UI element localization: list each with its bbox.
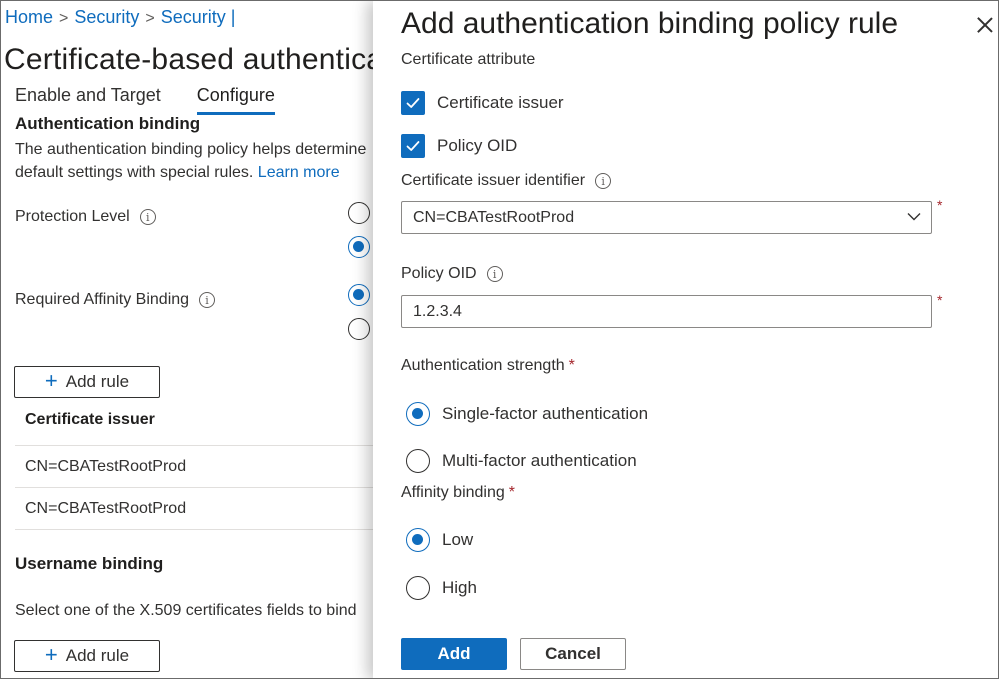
protection-level-radio-multi[interactable] [348,236,370,258]
info-icon[interactable]: i [139,209,156,225]
protection-level-radio-single[interactable] [348,202,370,224]
radio-unselected-icon[interactable] [406,576,430,600]
breadcrumb-separator: > [145,10,155,27]
required-indicator: * [508,484,516,501]
required-indicator: * [568,357,575,374]
plus-icon: + [44,368,58,393]
breadcrumb-security-2[interactable]: Security | [161,7,236,27]
description-line-2: default settings with special rules. Lea… [15,161,366,184]
protection-level-text: Protection Level [15,208,130,225]
info-icon[interactable]: i [199,292,216,308]
breadcrumb-home[interactable]: Home [5,7,53,27]
add-username-rule-button[interactable]: + Add rule [14,640,160,672]
checkbox-certificate-issuer[interactable]: Certificate issuer [401,91,564,115]
policy-oid-label: Policy OID i [401,265,503,283]
checkmark-icon[interactable] [401,134,425,158]
page-title: Certificate-based authentication [4,43,381,76]
radio-single-factor-label: Single-factor authentication [442,404,649,423]
username-binding-description: Select one of the X.509 certificates fie… [15,602,357,619]
radio-affinity-high-label: High [442,578,477,597]
authentication-binding-description: The authentication binding policy helps … [15,138,366,184]
chevron-down-icon [907,213,921,221]
radio-selected-icon[interactable] [406,528,430,552]
tab-enable-and-target[interactable]: Enable and Target [15,85,161,115]
tab-configure[interactable]: Configure [196,85,275,115]
tab-bar: Enable and Target Configure [15,85,275,115]
authentication-binding-heading: Authentication binding [15,114,201,133]
affinity-binding-text: Required Affinity Binding [15,291,190,308]
authentication-strength-label: Authentication strength * [401,357,575,375]
radio-affinity-low[interactable]: Low [406,528,473,552]
radio-multi-factor-label: Multi-factor authentication [442,451,637,470]
affinity-binding-text: Affinity binding [401,484,505,501]
issuer-identifier-value: CN=CBATestRootProd [413,208,575,226]
close-icon[interactable] [973,13,997,37]
radio-multi-factor[interactable]: Multi-factor authentication [406,449,637,473]
breadcrumb-separator: > [59,10,69,27]
description-line-1: The authentication binding policy helps … [15,141,367,158]
table-cell-issuer: CN=CBATestRootProd [25,499,187,517]
radio-selected-icon[interactable] [406,402,430,426]
info-icon[interactable]: i [486,266,503,282]
radio-single-factor[interactable]: Single-factor authentication [406,402,648,426]
required-indicator: * [937,292,943,308]
table-divider [15,529,381,530]
table-cell-issuer: CN=CBATestRootProd [25,457,187,475]
plus-icon: + [44,642,58,667]
protection-level-label: Protection Level i [15,208,156,226]
issuer-identifier-text: Certificate issuer identifier [401,172,586,189]
add-rule-label: Add rule [65,646,130,665]
description-text: default settings with special rules. [15,164,254,181]
background-page: Home > Security > Security | Certificate-bas… [1,1,381,678]
breadcrumb: Home > Security > Security | [5,7,235,28]
certificate-attribute-label: Certificate attribute [401,51,536,68]
table-header-certificate-issuer: Certificate issuer [25,411,155,428]
add-rule-label: Add rule [65,372,130,391]
radio-unselected-icon[interactable] [406,449,430,473]
checkbox-certificate-issuer-label: Certificate issuer [437,93,564,112]
issuer-identifier-dropdown[interactable]: CN=CBATestRootProd [401,201,932,234]
info-icon[interactable]: i [595,173,612,189]
panel-title: Add authentication binding policy rule [401,7,899,40]
table-row[interactable]: CN=CBATestRootProd [15,487,381,529]
checkbox-policy-oid-label: Policy OID [437,136,518,155]
learn-more-link[interactable]: Learn more [258,164,340,181]
policy-oid-value: 1.2.3.4 [413,302,462,320]
screen: Home > Security > Security | Certificate-bas… [0,0,999,679]
radio-affinity-low-label: Low [442,530,474,549]
affinity-radio-low[interactable] [348,284,370,306]
breadcrumb-security-1[interactable]: Security [74,7,139,27]
add-rule-panel: Add authentication binding policy rule C… [373,1,998,678]
required-indicator: * [937,197,943,213]
add-rule-button[interactable]: + Add rule [14,366,160,398]
add-button[interactable]: Add [401,638,507,670]
username-binding-heading: Username binding [15,554,164,573]
affinity-binding-label: Required Affinity Binding i [15,291,216,309]
authentication-strength-text: Authentication strength [401,357,565,374]
checkbox-policy-oid[interactable]: Policy OID [401,134,517,158]
cancel-button[interactable]: Cancel [520,638,626,670]
policy-oid-text: Policy OID [401,265,477,282]
policy-oid-input[interactable]: 1.2.3.4 [401,295,932,328]
affinity-binding-label: Affinity binding * [401,484,515,502]
table-row[interactable]: CN=CBATestRootProd [15,445,381,487]
affinity-radio-high[interactable] [348,318,370,340]
issuer-identifier-label: Certificate issuer identifier i [401,172,612,190]
radio-affinity-high[interactable]: High [406,576,477,600]
checkmark-icon[interactable] [401,91,425,115]
